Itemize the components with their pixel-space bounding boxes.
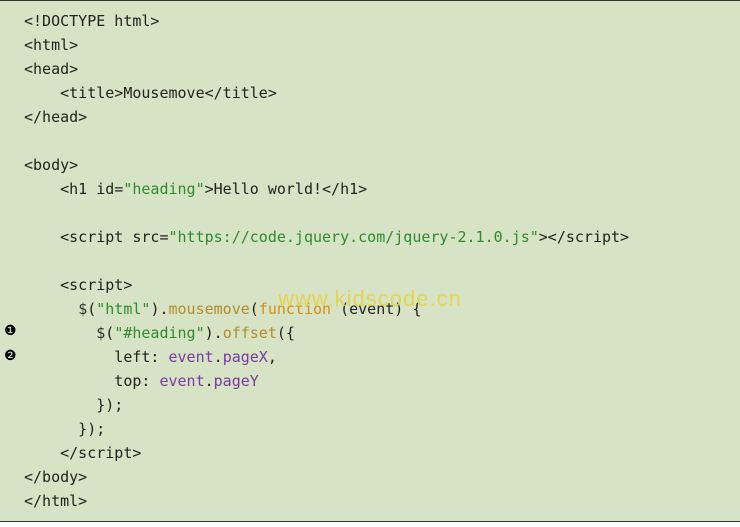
code-line: <h1 id="heading">Hello world!</h1>: [24, 180, 367, 198]
code-line: });: [24, 420, 105, 438]
code-line: </script>: [24, 444, 141, 462]
callout-2: ❷: [4, 344, 17, 366]
code-line: <body>: [24, 156, 78, 174]
code-line: </html>: [24, 492, 87, 510]
code-line: <script>: [24, 276, 132, 294]
code-line: $("#heading").offset({: [24, 324, 295, 342]
callout-1: ❶: [4, 319, 17, 341]
code-line: <script src="https://code.jquery.com/jqu…: [24, 228, 629, 246]
code-line: $("html").mousemove(function (event) {: [24, 300, 421, 318]
code-line: top: event.pageY: [24, 372, 259, 390]
code-line: <!DOCTYPE html>: [24, 12, 159, 30]
code-line: <html>: [24, 36, 78, 54]
code-line: <head>: [24, 60, 78, 78]
code-listing: ❶ ❷ www.kidscode.cn <!DOCTYPE html> <htm…: [0, 0, 740, 522]
code-line: });: [24, 396, 123, 414]
code-content: <!DOCTYPE html> <html> <head> <title>Mou…: [0, 9, 740, 513]
code-line: </body>: [24, 468, 87, 486]
code-line: </head>: [24, 108, 87, 126]
code-line: left: event.pageX,: [24, 348, 277, 366]
code-line: <title>Mousemove</title>: [24, 84, 277, 102]
